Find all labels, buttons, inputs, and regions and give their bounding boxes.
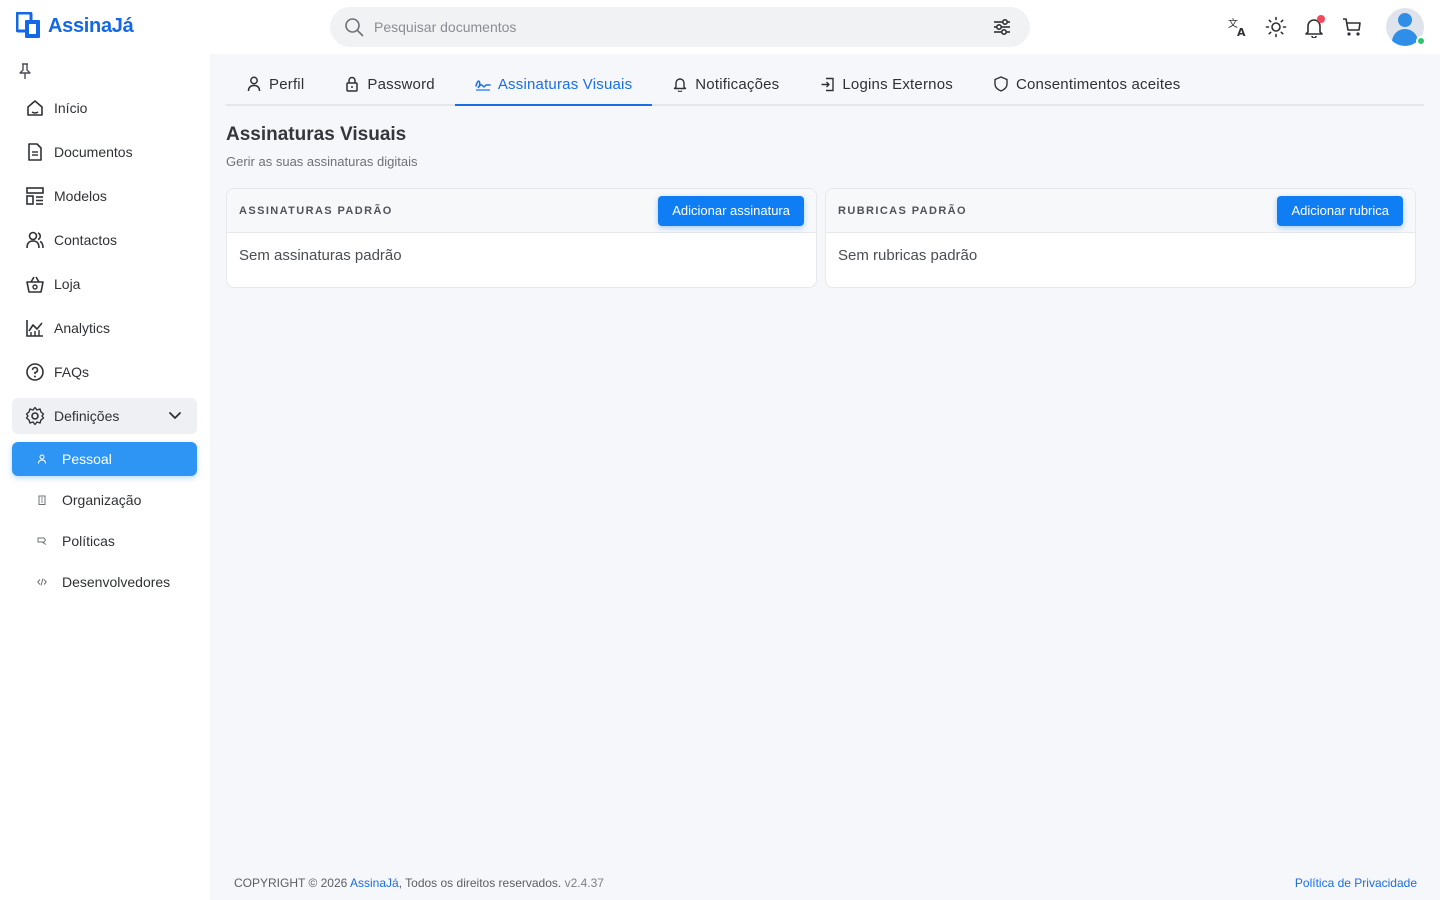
search-icon bbox=[345, 18, 364, 37]
main-nav: Início Documentos Modelos Contactos Loja bbox=[12, 90, 197, 606]
tab-notificacoes[interactable]: Notificações bbox=[652, 64, 799, 104]
person-icon bbox=[36, 453, 48, 465]
sidebar-item-label: Modelos bbox=[54, 188, 107, 204]
sidebar-subitem-organizacao[interactable]: Organização bbox=[12, 483, 197, 517]
tab-label: Logins Externos bbox=[842, 75, 953, 93]
sidebar-item-faqs[interactable]: FAQs bbox=[12, 354, 197, 390]
tab-perfil[interactable]: Perfil bbox=[226, 64, 324, 104]
tab-password[interactable]: Password bbox=[324, 64, 454, 104]
settings-submenu: Pessoal Organização Políticas Desenvolve… bbox=[12, 442, 197, 599]
sidebar-item-label: Loja bbox=[54, 276, 81, 292]
svg-text:A: A bbox=[1237, 26, 1246, 38]
notification-badge bbox=[1317, 15, 1325, 23]
help-icon bbox=[24, 361, 46, 383]
tab-label: Perfil bbox=[269, 75, 305, 93]
home-icon bbox=[24, 97, 46, 119]
contacts-icon bbox=[24, 229, 46, 251]
signatures-empty-message: Sem assinaturas padrão bbox=[239, 247, 402, 264]
tab-consentimentos-aceites[interactable]: Consentimentos aceites bbox=[973, 64, 1201, 104]
sidebar-item-label: FAQs bbox=[54, 364, 90, 380]
signature-icon bbox=[475, 76, 491, 92]
add-signature-button[interactable]: Adicionar assinatura bbox=[658, 195, 804, 226]
sidebar-subitem-desenvolvedores[interactable]: Desenvolvedores bbox=[12, 565, 197, 599]
initials-card: RUBRICAS PADRÃO Adicionar rubrica Sem ru… bbox=[825, 188, 1416, 288]
sidebar-item-documentos[interactable]: Documentos bbox=[12, 134, 197, 170]
privacy-policy-link[interactable]: Política de Privacidade bbox=[1295, 876, 1417, 890]
search-bar bbox=[330, 7, 1030, 47]
sidebar: Início Documentos Modelos Contactos Loja bbox=[0, 54, 210, 900]
pin-icon[interactable] bbox=[17, 62, 33, 85]
shield-icon bbox=[993, 76, 1009, 92]
sidebar-item-label: Início bbox=[54, 100, 88, 116]
profile-tabs: Perfil Password Assinaturas Visuais Noti… bbox=[226, 64, 1424, 106]
building-icon bbox=[36, 494, 48, 506]
signatures-card: ASSINATURAS PADRÃO Adicionar assinatura … bbox=[226, 188, 817, 288]
signatures-card-title: ASSINATURAS PADRÃO bbox=[239, 204, 393, 217]
sidebar-subitem-label: Políticas bbox=[62, 533, 115, 549]
copyright-prefix: COPYRIGHT © 2026 bbox=[234, 876, 350, 890]
sidebar-item-inicio[interactable]: Início bbox=[12, 90, 197, 126]
initials-empty-message: Sem rubricas padrão bbox=[838, 247, 978, 264]
filter-sliders-icon[interactable] bbox=[992, 17, 1012, 37]
notification-bell-icon[interactable] bbox=[1302, 15, 1326, 39]
tab-label: Notificações bbox=[695, 75, 780, 93]
tab-logins-externos[interactable]: Logins Externos bbox=[799, 64, 973, 104]
translate-icon[interactable]: 文 A bbox=[1226, 15, 1250, 39]
chevron-down-icon bbox=[167, 407, 183, 426]
sidebar-subitem-label: Organização bbox=[62, 492, 142, 508]
sidebar-item-label: Analytics bbox=[54, 320, 111, 336]
login-icon bbox=[819, 76, 835, 92]
header-actions: 文 A bbox=[1226, 8, 1424, 46]
copyright-suffix: , Todos os direitos reservados. bbox=[398, 876, 565, 890]
cart-icon[interactable] bbox=[1340, 15, 1364, 39]
search-input[interactable] bbox=[374, 19, 992, 35]
sidebar-subitem-label: Desenvolvedores bbox=[62, 574, 171, 590]
templates-icon bbox=[24, 185, 46, 207]
sidebar-subitem-politicas[interactable]: Políticas bbox=[12, 524, 197, 558]
document-icon bbox=[24, 141, 46, 163]
basket-icon bbox=[24, 273, 46, 295]
sidebar-item-label: Contactos bbox=[54, 232, 118, 248]
brand-logo[interactable]: AssinaJá bbox=[16, 12, 134, 40]
app-version: v2.4.37 bbox=[564, 876, 604, 890]
sidebar-subitem-label: Pessoal bbox=[62, 451, 112, 467]
policy-icon bbox=[36, 535, 48, 547]
chart-icon bbox=[24, 317, 46, 339]
gear-icon bbox=[24, 405, 46, 427]
sidebar-item-loja[interactable]: Loja bbox=[12, 266, 197, 302]
footer-brand-link[interactable]: AssinaJá bbox=[350, 876, 399, 890]
logo-icon bbox=[16, 12, 40, 38]
sidebar-item-label: Documentos bbox=[54, 144, 133, 160]
bell-icon bbox=[672, 76, 688, 92]
sidebar-item-modelos[interactable]: Modelos bbox=[12, 178, 197, 214]
initials-card-header: RUBRICAS PADRÃO Adicionar rubrica bbox=[826, 189, 1415, 233]
user-icon bbox=[246, 76, 262, 92]
sidebar-subitem-pessoal[interactable]: Pessoal bbox=[12, 442, 197, 476]
sidebar-item-analytics[interactable]: Analytics bbox=[12, 310, 197, 346]
sidebar-group-label: Definições bbox=[54, 408, 120, 424]
online-status-dot bbox=[1416, 36, 1426, 46]
initials-card-title: RUBRICAS PADRÃO bbox=[838, 204, 967, 217]
theme-sun-icon[interactable] bbox=[1264, 15, 1288, 39]
page-title: Assinaturas Visuais bbox=[226, 124, 407, 145]
add-initials-button[interactable]: Adicionar rubrica bbox=[1277, 195, 1403, 226]
tab-label: Password bbox=[367, 75, 435, 93]
sidebar-item-contactos[interactable]: Contactos bbox=[12, 222, 197, 258]
lock-icon bbox=[344, 76, 360, 92]
tab-label: Assinaturas Visuais bbox=[497, 75, 633, 93]
avatar-head bbox=[1398, 13, 1412, 27]
brand-name: AssinaJá bbox=[48, 14, 134, 37]
top-bar: AssinaJá 文 A bbox=[0, 0, 1440, 54]
page-subtitle: Gerir as suas assinaturas digitais bbox=[226, 154, 418, 169]
tab-assinaturas-visuais[interactable]: Assinaturas Visuais bbox=[454, 64, 653, 106]
avatar-body bbox=[1392, 29, 1418, 46]
footer-copyright: COPYRIGHT © 2026 AssinaJá, Todos os dire… bbox=[234, 876, 604, 890]
tab-label: Consentimentos aceites bbox=[1015, 75, 1181, 93]
code-icon bbox=[36, 576, 48, 588]
sidebar-group-definicoes[interactable]: Definições bbox=[12, 398, 197, 434]
signatures-card-header: ASSINATURAS PADRÃO Adicionar assinatura bbox=[227, 189, 816, 233]
